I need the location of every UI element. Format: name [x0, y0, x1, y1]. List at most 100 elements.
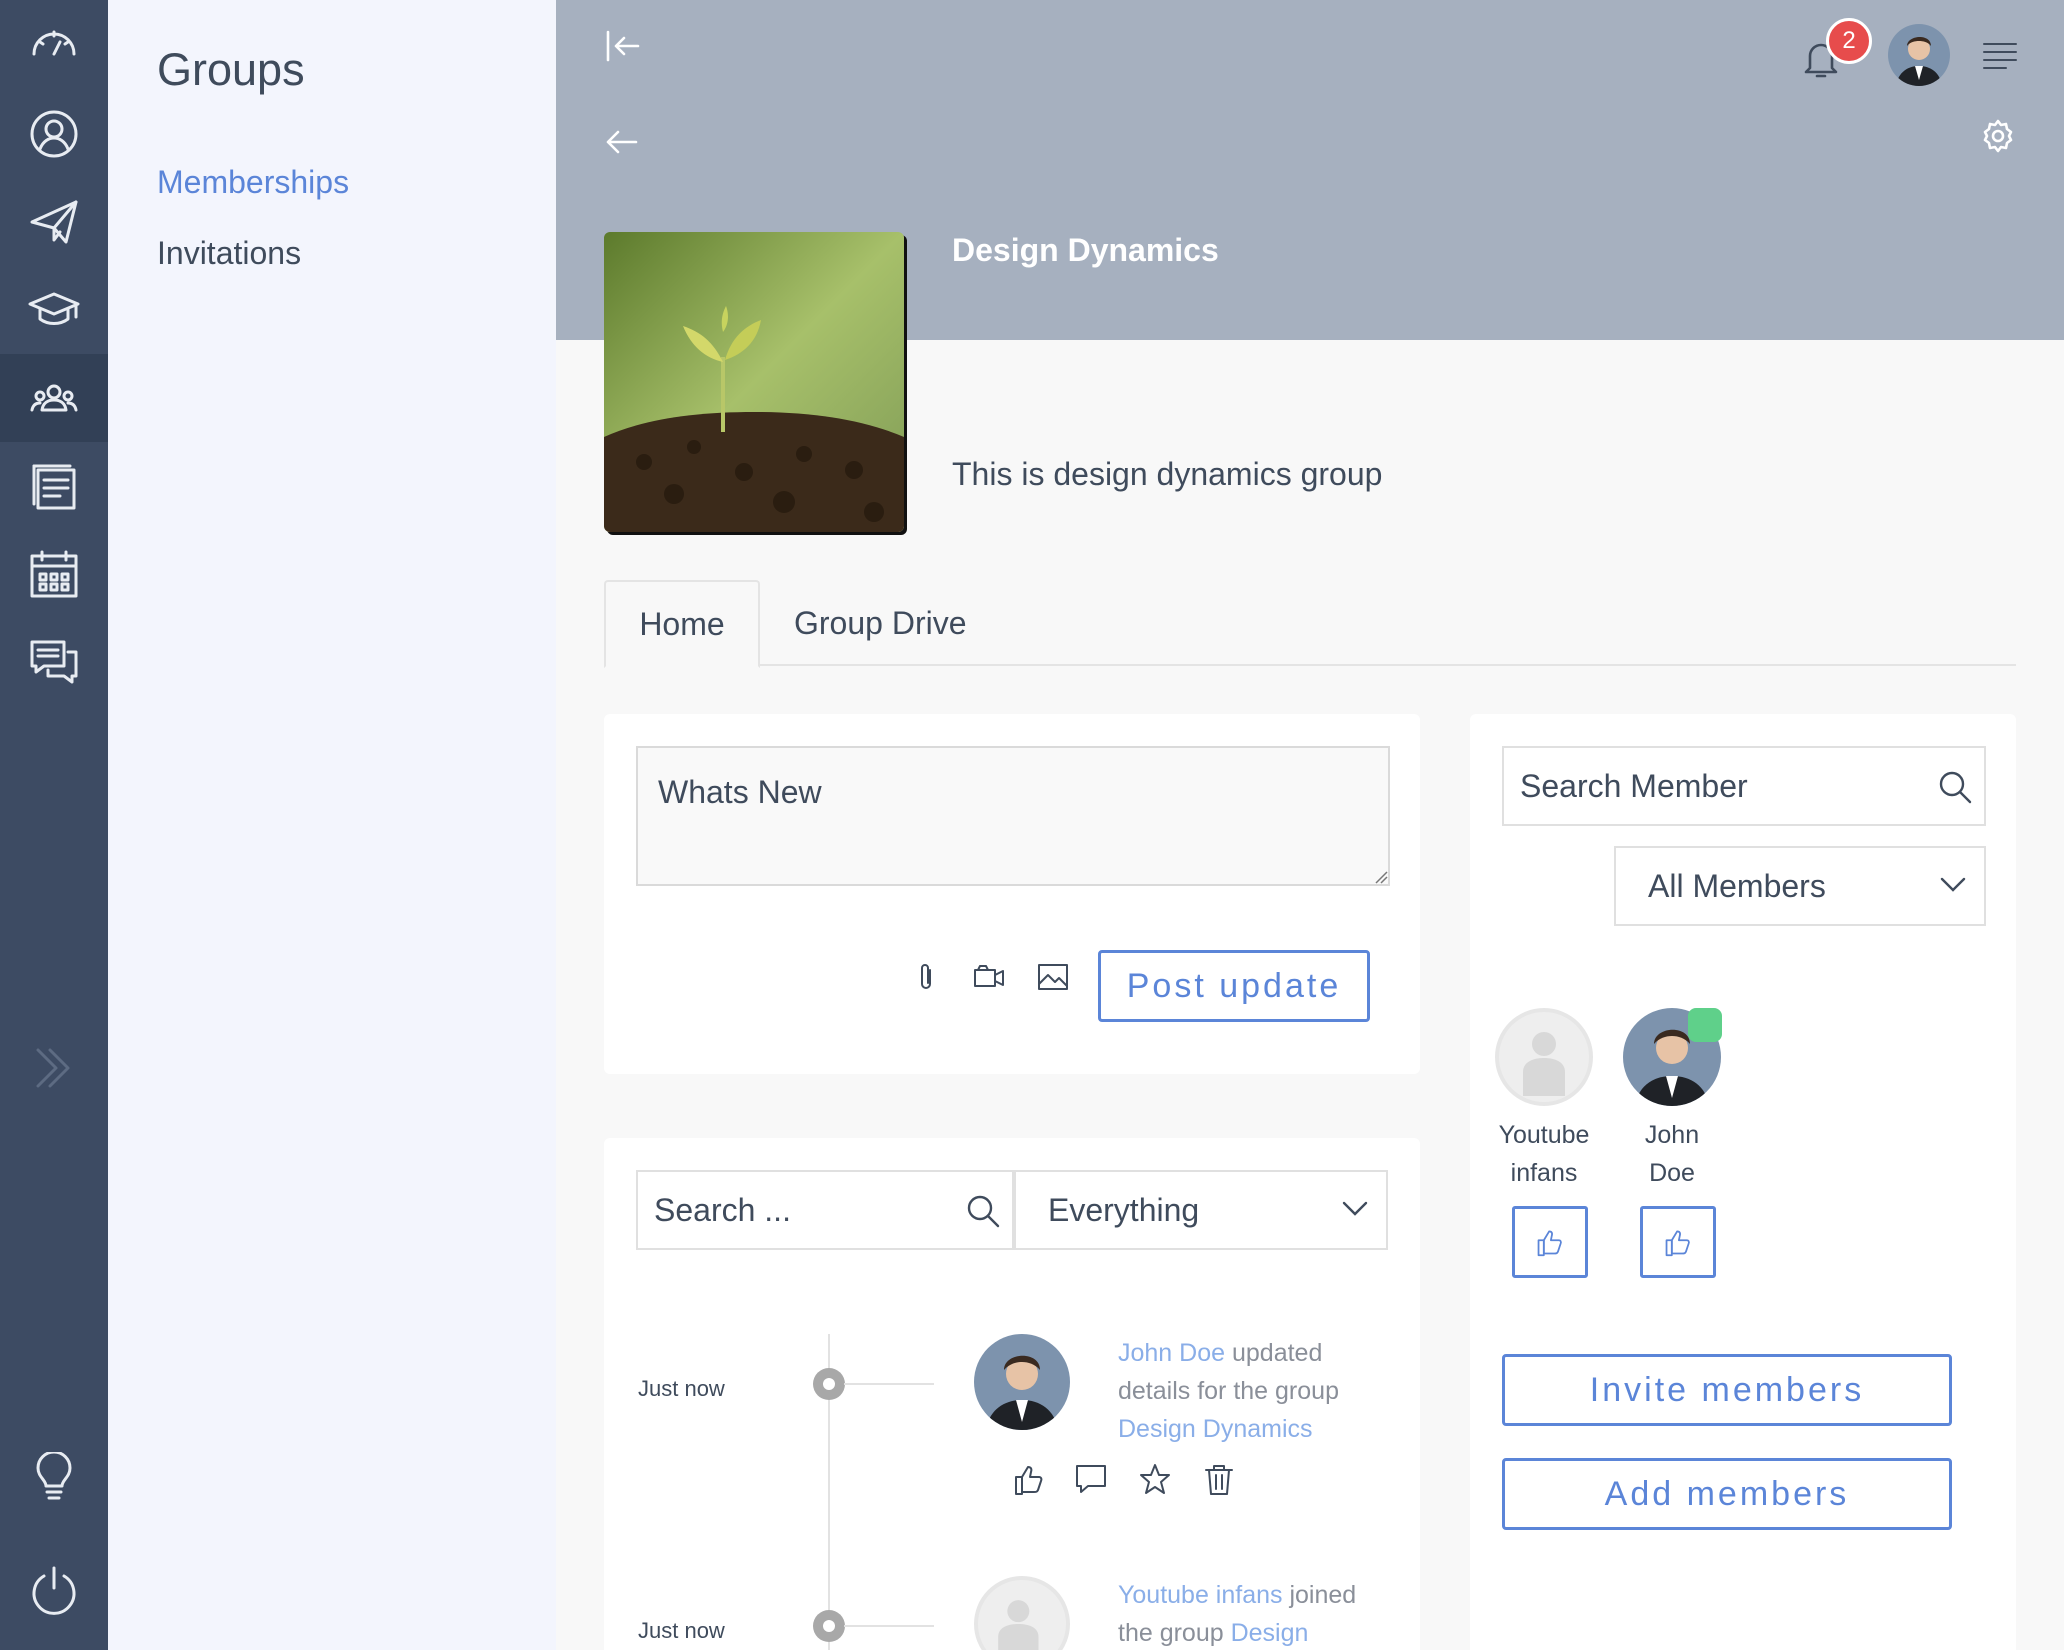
member-name: Youtube infans: [1498, 1121, 1590, 1187]
rail-item-notes[interactable]: [0, 442, 108, 530]
feed-item-avatar[interactable]: [974, 1334, 1070, 1430]
back-button[interactable]: [602, 122, 642, 162]
notification-count-badge: 2: [1826, 18, 1872, 64]
chevron-down-icon: [1342, 1201, 1368, 1216]
feed-item-text: Youtube infans joined the group Design: [1118, 1576, 1378, 1650]
timeline-connector: [844, 1383, 934, 1385]
feed-like-button[interactable]: [1012, 1462, 1046, 1496]
add-members-button[interactable]: Add members: [1502, 1458, 1952, 1530]
chat-icon: [30, 640, 78, 684]
app-rail: [0, 0, 108, 1650]
member-item[interactable]: Youtube infans: [1484, 1008, 1604, 1192]
post-update-button[interactable]: Post update: [1098, 950, 1370, 1022]
search-icon: [967, 1195, 1000, 1228]
collapse-sidebar-button[interactable]: [602, 26, 642, 66]
whats-new-input[interactable]: Whats New: [636, 746, 1390, 886]
members-card: Search Member All Members Youtube infans …: [1470, 714, 2016, 1650]
video-camera-icon: [974, 965, 1004, 987]
image-icon: [1038, 964, 1068, 990]
paper-plane-icon: [30, 200, 78, 244]
attach-video-button[interactable]: [972, 960, 1006, 994]
attach-file-button[interactable]: [910, 960, 944, 994]
rail-item-messages[interactable]: [0, 178, 108, 266]
group-description: This is design dynamics group: [952, 456, 1383, 492]
paperclip-icon: [921, 964, 931, 989]
star-icon: [1140, 1464, 1170, 1494]
user-photo: [1888, 24, 1950, 86]
user-avatar[interactable]: [1888, 24, 1950, 86]
subnav-title: Groups: [157, 44, 305, 95]
graduation-cap-icon: [28, 292, 80, 325]
feed-favorite-button[interactable]: [1138, 1462, 1172, 1496]
feed-item-text: John Doe updated details for the group D…: [1118, 1334, 1378, 1448]
online-status-indicator: [1688, 1008, 1722, 1042]
member-like-button[interactable]: [1640, 1206, 1716, 1278]
notes-icon: [32, 464, 76, 510]
rail-item-calendar[interactable]: [0, 530, 108, 618]
rail-item-chat[interactable]: [0, 618, 108, 706]
member-filter-value: All Members: [1648, 867, 1826, 904]
rail-item-courses[interactable]: [0, 266, 108, 354]
activity-feed-card: Search ... Everything Just now John Doe …: [604, 1138, 1420, 1650]
john-doe-photo: [974, 1334, 1070, 1430]
member-item[interactable]: John Doe: [1612, 1008, 1732, 1192]
post-composer-card: Whats New Post update: [604, 714, 1420, 1074]
timeline-dot: [813, 1610, 845, 1642]
thumbs-up-icon: [1665, 1230, 1690, 1257]
feed-item-actor-link[interactable]: Youtube infans: [1118, 1581, 1283, 1609]
thumbs-up-icon: [1015, 1466, 1043, 1495]
feed-search-input[interactable]: Search ...: [636, 1170, 1014, 1250]
feed-item-time: Just now: [638, 1618, 725, 1643]
feed-filter-value: Everything: [1048, 1191, 1200, 1228]
rail-item-profile[interactable]: [0, 90, 108, 178]
groups-icon: [30, 384, 78, 412]
timeline-dot: [813, 1368, 845, 1400]
plant-sprout-image: [604, 232, 904, 532]
rail-expand-button[interactable]: [0, 1024, 108, 1112]
lightbulb-icon: [36, 1452, 72, 1500]
thumbs-up-icon: [1537, 1230, 1562, 1257]
default-user-icon: [998, 1600, 1039, 1650]
feed-item-target-link[interactable]: Design Dynamics: [1118, 1415, 1313, 1443]
feed-filter-select[interactable]: Everything: [1014, 1170, 1388, 1250]
menu-lines-icon: [1983, 43, 2017, 69]
subnav-item-memberships[interactable]: Memberships: [157, 164, 349, 201]
chevron-down-icon: [1940, 877, 1966, 892]
rail-item-dashboard[interactable]: [0, 2, 108, 90]
double-chevron-right-icon: [36, 1048, 70, 1088]
arrow-left-icon: [606, 130, 638, 154]
tab-home[interactable]: Home: [604, 580, 760, 668]
groups-subnav: Groups Memberships Invitations: [108, 0, 556, 1650]
feed-item-actor-link[interactable]: John Doe: [1118, 1339, 1225, 1367]
group-tabs: Home Group Drive: [604, 580, 2016, 668]
invite-members-button[interactable]: Invite members: [1502, 1354, 1952, 1426]
profile-icon: [30, 110, 78, 158]
member-search-input[interactable]: Search Member: [1502, 746, 1986, 826]
group-settings-button[interactable]: [1980, 118, 2016, 154]
rail-item-logout[interactable]: [0, 1546, 108, 1634]
gear-icon: [1983, 119, 2013, 153]
subnav-item-invitations[interactable]: Invitations: [157, 235, 301, 272]
power-icon: [32, 1566, 76, 1615]
member-filter-select[interactable]: All Members: [1614, 846, 1986, 926]
feed-comment-button[interactable]: [1074, 1462, 1108, 1496]
rail-item-ideas[interactable]: [0, 1434, 108, 1522]
member-like-button[interactable]: [1512, 1206, 1588, 1278]
group-image: [604, 232, 904, 532]
main-menu-button[interactable]: [1982, 40, 2018, 72]
timeline-connector: [844, 1625, 934, 1627]
feed-delete-button[interactable]: [1202, 1462, 1236, 1496]
rail-item-groups[interactable]: [0, 354, 108, 442]
feed-item-time: Just now: [638, 1376, 725, 1401]
feed-item-avatar[interactable]: [974, 1576, 1070, 1650]
group-name: Design Dynamics: [952, 232, 1219, 268]
feed-item-target-link[interactable]: Design: [1231, 1619, 1309, 1647]
member-avatar: [1495, 1008, 1593, 1106]
default-user-icon: [1523, 1032, 1565, 1096]
attach-image-button[interactable]: [1036, 960, 1070, 994]
main-content: 2 Design Dynamics This is design dynamic…: [556, 0, 2064, 1650]
tab-group-drive[interactable]: Group Drive: [794, 580, 967, 666]
feed-search-placeholder: Search ...: [654, 1191, 791, 1228]
trash-icon: [1205, 1465, 1233, 1495]
resize-handle-icon[interactable]: [1374, 870, 1388, 884]
